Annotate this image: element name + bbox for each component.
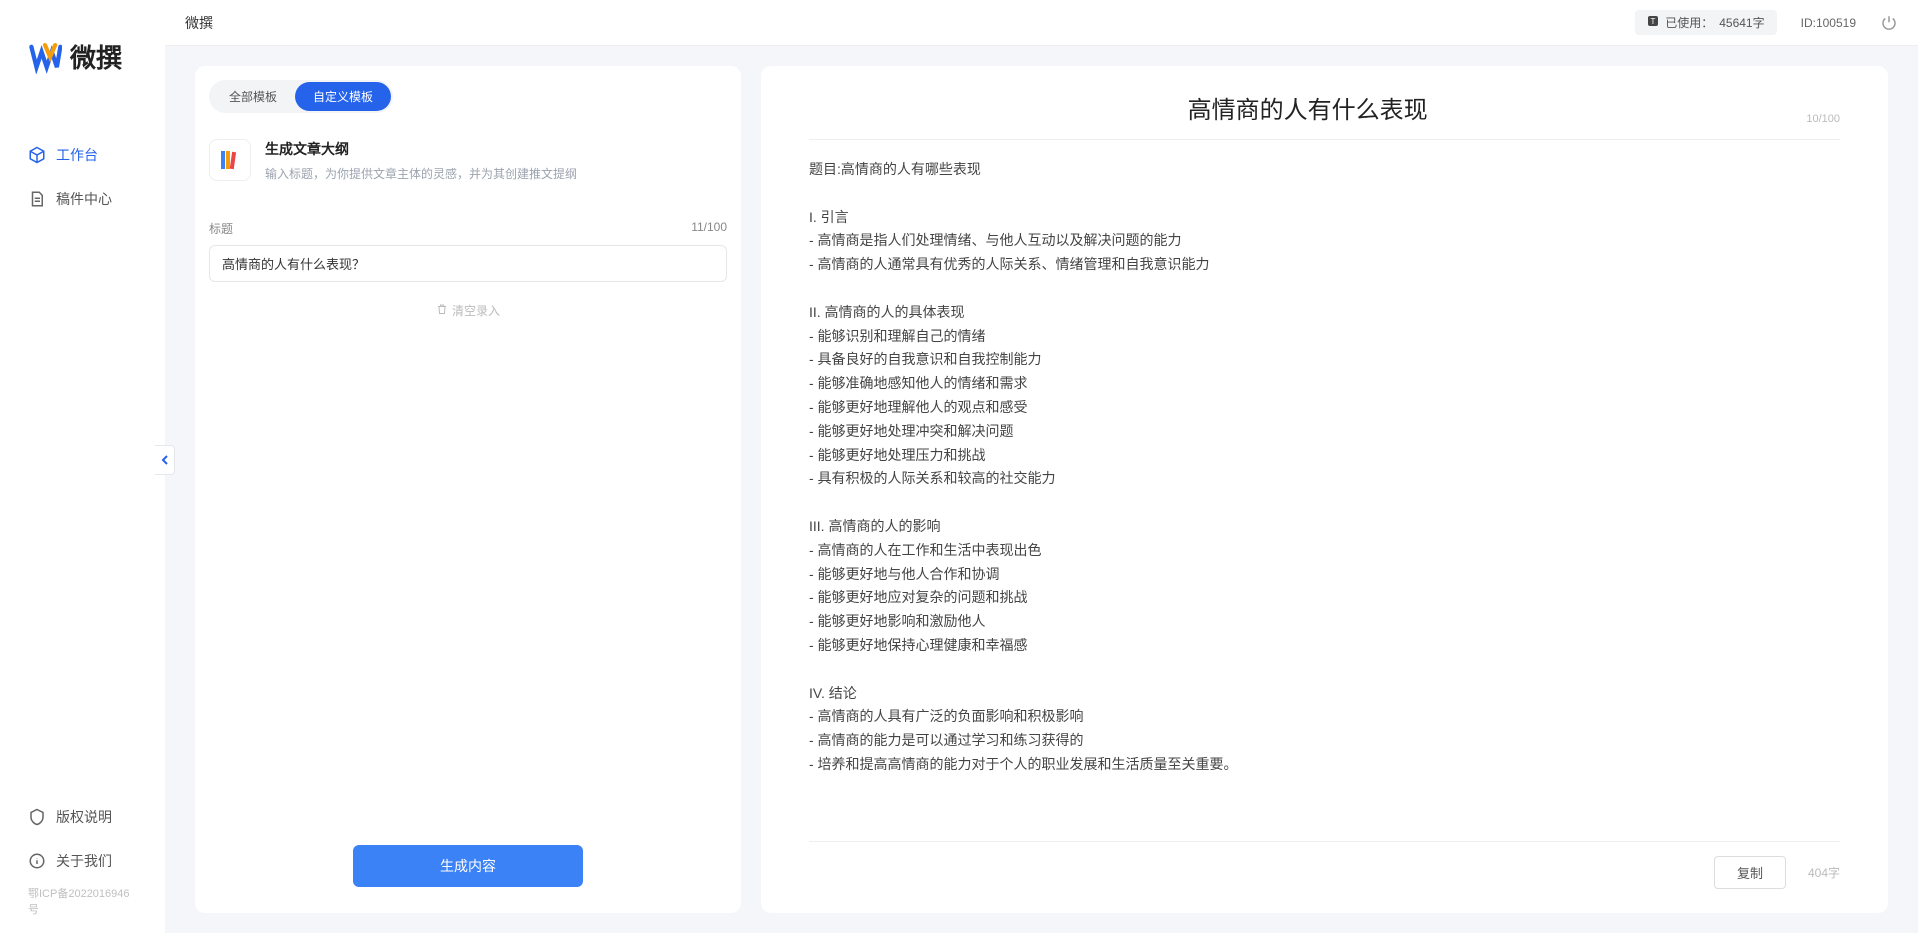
sidebar: 微撰 工作台 稿件中心 版权说明 关于我们 鄂ICP备2022016946号 — [0, 0, 165, 933]
nav-about-label: 关于我们 — [56, 851, 112, 871]
shield-icon — [28, 808, 46, 826]
logo-text: 微撰 — [70, 38, 122, 75]
generate-button[interactable]: 生成内容 — [353, 845, 583, 887]
usage-badge: T 已使用： 45641字 — [1635, 10, 1776, 35]
usage-icon: T — [1647, 15, 1659, 30]
template-card: 生成文章大纲 输入标题，为你提供文章主体的灵感，并为其创建推文提纲 — [209, 135, 727, 186]
config-panel: 全部模板 自定义模板 生成文章大纲 输入标题，为你提供文章主体的灵感，并为其创建… — [195, 66, 741, 913]
nav-about[interactable]: 关于我们 — [0, 839, 165, 883]
info-icon — [28, 852, 46, 870]
nav-license[interactable]: 版权说明 — [0, 795, 165, 839]
nav-workspace[interactable]: 工作台 — [0, 133, 165, 177]
usage-value: 45641字 — [1719, 14, 1764, 31]
user-id: ID:100519 — [1801, 16, 1856, 30]
result-panel: 高情商的人有什么表现 10/100 题目:高情商的人有哪些表现 I. 引言 - … — [761, 66, 1888, 913]
result-title: 高情商的人有什么表现 — [809, 90, 1806, 125]
copy-button[interactable]: 复制 — [1714, 856, 1786, 889]
result-body: 题目:高情商的人有哪些表现 I. 引言 - 高情商是指人们处理情绪、与他人互动以… — [809, 158, 1840, 831]
brand-logo: 微撰 — [0, 0, 165, 93]
nav-license-label: 版权说明 — [56, 807, 112, 827]
template-title: 生成文章大纲 — [265, 139, 727, 159]
clear-input-button[interactable]: 清空录入 — [209, 302, 727, 319]
template-tabs: 全部模板 自定义模板 — [209, 80, 393, 113]
power-icon[interactable] — [1880, 14, 1898, 32]
template-description: 输入标题，为你提供文章主体的灵感，并为其创建推文提纲 — [265, 165, 727, 182]
usage-label: 已使用： — [1665, 14, 1713, 31]
result-title-count: 10/100 — [1806, 113, 1840, 125]
title-input[interactable] — [209, 245, 727, 282]
main-nav: 工作台 稿件中心 — [0, 133, 165, 795]
nav-drafts[interactable]: 稿件中心 — [0, 177, 165, 221]
word-count: 404字 — [1808, 864, 1840, 881]
title-char-count: 11/100 — [691, 220, 727, 237]
tab-all-templates[interactable]: 全部模板 — [211, 82, 295, 111]
tab-custom-templates[interactable]: 自定义模板 — [295, 82, 391, 111]
icp-text: 鄂ICP备2022016946号 — [0, 883, 165, 919]
title-field-label: 标题 — [209, 220, 233, 237]
logo-icon — [28, 40, 62, 74]
cube-icon — [28, 146, 46, 164]
app-title: 微撰 — [185, 13, 213, 33]
clear-label: 清空录入 — [452, 302, 500, 319]
nav-drafts-label: 稿件中心 — [56, 189, 112, 209]
trash-icon — [436, 303, 448, 318]
sidebar-collapse-handle[interactable] — [155, 445, 175, 475]
nav-workspace-label: 工作台 — [56, 145, 98, 165]
books-icon — [209, 139, 251, 181]
document-icon — [28, 190, 46, 208]
sidebar-bottom: 版权说明 关于我们 鄂ICP备2022016946号 — [0, 795, 165, 933]
top-header: 微撰 T 已使用： 45641字 ID:100519 — [165, 0, 1918, 46]
svg-text:T: T — [1651, 17, 1656, 26]
